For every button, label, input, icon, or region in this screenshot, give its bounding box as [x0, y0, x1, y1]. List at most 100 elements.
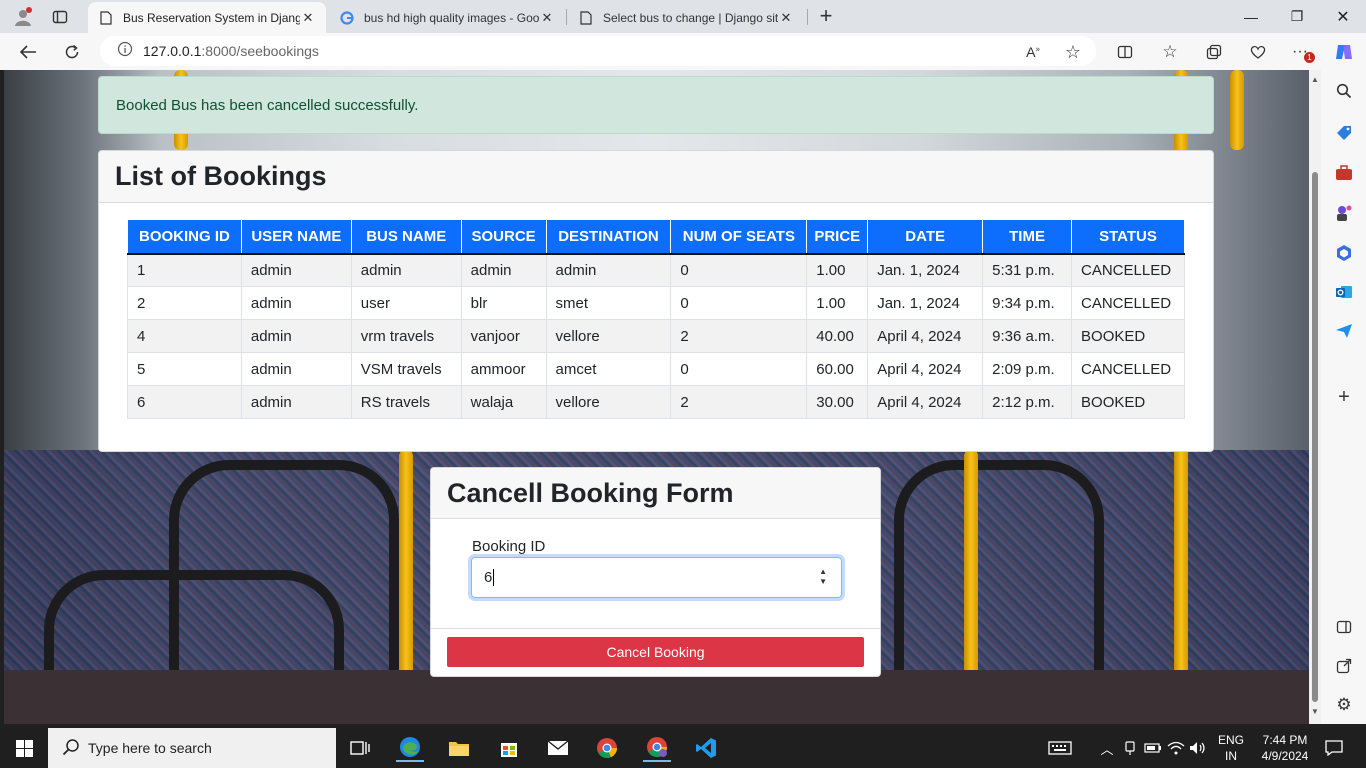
- cancel-booking-button[interactable]: Cancel Booking: [447, 637, 864, 667]
- search-icon[interactable]: [1333, 80, 1355, 102]
- table-cell: 2: [670, 319, 808, 353]
- table-cell: April 4, 2024: [867, 385, 984, 419]
- table-cell: 4: [127, 319, 242, 353]
- table-row: 1 admin admin admin admin 0 1.00 Jan. 1, 2024 5:…: [127, 253, 1185, 287]
- read-aloud-icon[interactable]: A»: [1020, 39, 1046, 65]
- add-icon[interactable]: +: [1333, 386, 1355, 408]
- page-icon: [578, 10, 594, 26]
- table-cell: April 4, 2024: [867, 319, 984, 353]
- restore-icon[interactable]: ❐: [1274, 0, 1320, 33]
- table-cell: blr: [460, 286, 547, 320]
- column-header: DESTINATION: [545, 219, 672, 255]
- microsoft-365-icon[interactable]: [1333, 242, 1355, 264]
- close-tab-icon[interactable]: ✕: [778, 10, 794, 26]
- collections-icon[interactable]: [1201, 39, 1227, 65]
- table-cell: 2:09 p.m.: [982, 352, 1073, 386]
- tools-icon[interactable]: [1333, 162, 1355, 184]
- microsoft-store-icon[interactable]: [495, 734, 523, 762]
- table-row: 2 admin user blr smet 0 1.00 Jan. 1, 2024 9:34 p…: [127, 286, 1185, 320]
- vscode-icon[interactable]: [692, 734, 720, 762]
- text-caret: [493, 569, 495, 586]
- notifications-icon[interactable]: [1320, 734, 1348, 762]
- table-cell: admin: [240, 253, 352, 287]
- send-icon[interactable]: [1333, 320, 1355, 342]
- file-explorer-icon[interactable]: [445, 734, 473, 762]
- windows-taskbar: Type here to search ︿ ENG IN 7:44 PM 4/9…: [0, 728, 1366, 768]
- bookings-title: List of Bookings: [115, 161, 327, 191]
- tab-actions-icon[interactable]: [45, 2, 75, 32]
- tab-django-admin[interactable]: Select bus to change | Django sit ✕: [568, 2, 804, 33]
- tab-divider: [807, 9, 808, 25]
- page-scrollbar[interactable]: ▲ ▼: [1309, 70, 1321, 724]
- speaker-icon[interactable]: [1184, 734, 1212, 762]
- search-icon: [62, 738, 80, 759]
- sidebar-toggle-icon[interactable]: [1333, 616, 1355, 638]
- table-cell: 6: [127, 385, 242, 419]
- edge-taskbar-icon[interactable]: [396, 734, 424, 762]
- background-pole: [1230, 70, 1244, 150]
- table-cell: 9:36 a.m.: [982, 319, 1073, 353]
- back-icon[interactable]: [13, 37, 43, 67]
- column-header: BOOKING ID: [127, 219, 242, 255]
- scroll-thumb[interactable]: [1312, 172, 1318, 702]
- bookings-card-header: List of Bookings: [99, 151, 1213, 203]
- chrome-icon[interactable]: [593, 734, 621, 762]
- task-view-icon[interactable]: [346, 734, 374, 762]
- table-cell: 5: [127, 352, 242, 386]
- site-info-icon[interactable]: [117, 41, 133, 62]
- bookings-card: List of Bookings BOOKING ID USER NAME BU…: [98, 150, 1214, 452]
- number-spinner-icon[interactable]: ▲ ▼: [819, 567, 827, 587]
- table-cell: vellore: [545, 319, 672, 353]
- close-window-icon[interactable]: ✕: [1320, 0, 1366, 33]
- table-cell: BOOKED: [1071, 385, 1185, 419]
- favorite-star-icon[interactable]: ☆: [1060, 39, 1086, 65]
- outlook-icon[interactable]: [1333, 281, 1355, 303]
- table-header-row: BOOKING ID USER NAME BUS NAME SOURCE DES…: [127, 219, 1185, 255]
- tab-bus-reservation[interactable]: Bus Reservation System in Djang ✕: [88, 2, 326, 33]
- close-tab-icon[interactable]: ✕: [539, 10, 555, 26]
- table-row: 5 admin VSM travels ammoor amcet 0 60.00 April …: [127, 352, 1185, 386]
- windows-start-icon[interactable]: [10, 734, 38, 762]
- new-tab-icon[interactable]: +: [811, 1, 841, 31]
- mail-icon[interactable]: [544, 734, 572, 762]
- settings-gear-icon[interactable]: ⚙: [1333, 694, 1355, 716]
- booking-id-value: 6: [484, 569, 493, 586]
- scroll-down-arrow-icon[interactable]: ▼: [1309, 706, 1321, 718]
- region-code: IN: [1225, 749, 1237, 763]
- booking-id-input[interactable]: 6 ▲ ▼: [471, 557, 842, 598]
- column-header: STATUS: [1071, 219, 1185, 255]
- url-bar[interactable]: 127.0.0.1:8000/seebookings: [100, 36, 1096, 66]
- favorites-icon[interactable]: ☆: [1157, 39, 1183, 65]
- shopping-tag-icon[interactable]: [1333, 122, 1355, 144]
- column-header: USER NAME: [240, 219, 352, 255]
- table-cell: 0: [670, 286, 808, 320]
- refresh-icon[interactable]: [57, 37, 87, 67]
- profile-icon[interactable]: [8, 2, 38, 32]
- copilot-icon[interactable]: [1331, 39, 1357, 65]
- table-cell: admin: [545, 253, 672, 287]
- page-icon: [98, 10, 114, 26]
- scroll-up-arrow-icon[interactable]: ▲: [1309, 74, 1321, 86]
- form-divider: [431, 628, 880, 629]
- background-pole: [399, 450, 413, 680]
- table-cell: 5:31 p.m.: [982, 253, 1073, 287]
- browser-tab-strip: Bus Reservation System in Djang ✕ bus hd…: [0, 0, 1366, 33]
- table-cell: 2: [670, 385, 808, 419]
- keyboard-icon[interactable]: [1046, 734, 1074, 762]
- input-language[interactable]: ENG IN: [1214, 732, 1248, 764]
- browser-essentials-icon[interactable]: [1245, 39, 1271, 65]
- column-header: NUM OF SEATS: [670, 219, 808, 255]
- google-icon: [339, 10, 355, 26]
- minimize-icon[interactable]: —: [1228, 0, 1274, 33]
- more-menu-icon[interactable]: ··· 1: [1287, 39, 1315, 65]
- close-tab-icon[interactable]: ✕: [300, 10, 316, 26]
- tab-google-images[interactable]: bus hd high quality images - Goo ✕: [329, 2, 565, 33]
- clock[interactable]: 7:44 PM 4/9/2024: [1252, 732, 1318, 764]
- games-icon[interactable]: [1333, 202, 1355, 224]
- table-cell: CANCELLED: [1071, 286, 1185, 320]
- external-link-icon[interactable]: [1333, 655, 1355, 677]
- chrome-profile-icon[interactable]: [643, 734, 671, 762]
- taskbar-search-box[interactable]: Type here to search: [48, 728, 336, 768]
- split-screen-icon[interactable]: [1112, 39, 1138, 65]
- table-cell: ammoor: [460, 352, 547, 386]
